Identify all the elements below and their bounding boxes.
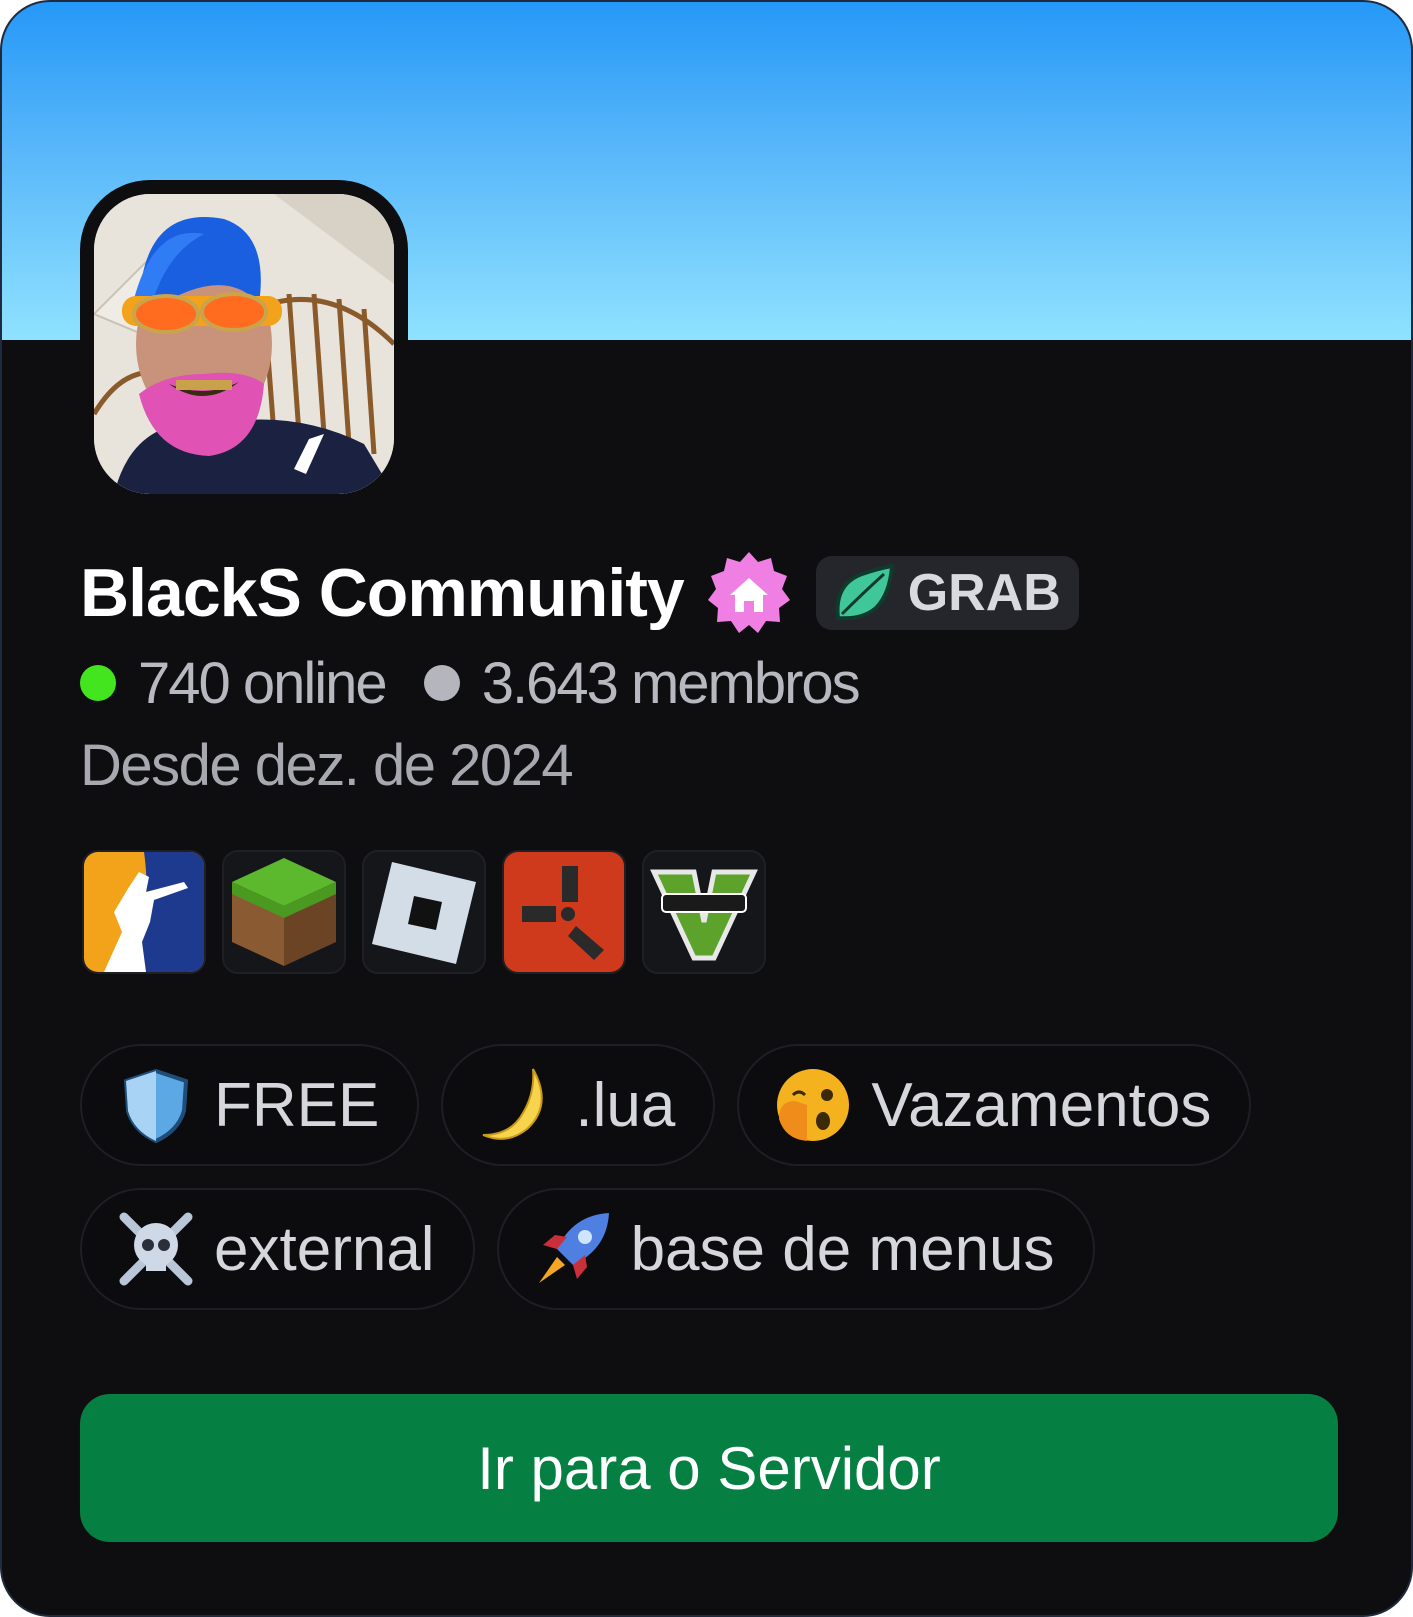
skull-and-crossbones-icon <box>119 1212 193 1286</box>
members-status-dot <box>423 665 460 701</box>
server-tag-label: GRAB <box>907 564 1061 622</box>
tag-vazamentos[interactable]: Vazamentos <box>737 1044 1252 1166</box>
server-games-list <box>82 850 782 974</box>
gta-v-icon[interactable] <box>642 850 766 974</box>
tag-label: external <box>214 1214 435 1284</box>
member-count: 3.643 membros <box>481 650 861 716</box>
server-established-date: Desde dez. de 2024 <box>80 733 574 798</box>
minecraft-icon[interactable] <box>222 850 346 974</box>
roblox-icon[interactable] <box>362 850 486 974</box>
counter-strike-icon[interactable] <box>82 850 206 974</box>
server-tag-badge[interactable]: GRAB <box>815 556 1079 630</box>
server-title-row: BlackS Community GRAB <box>80 550 1079 636</box>
tag-label: FREE <box>214 1070 380 1140</box>
crescent-moon-icon <box>482 1068 544 1140</box>
tag-label: .lua <box>575 1070 676 1140</box>
tag-free[interactable]: FREE <box>80 1044 420 1166</box>
go-to-server-label: Ir para o Servidor <box>477 1434 941 1502</box>
go-to-server-button[interactable]: Ir para o Servidor <box>80 1394 1338 1542</box>
rust-icon[interactable] <box>502 850 626 974</box>
tag-external[interactable]: external <box>80 1188 475 1310</box>
shield-icon <box>123 1068 189 1144</box>
server-name: BlackS Community <box>80 555 685 631</box>
tag-label: Vazamentos <box>871 1070 1212 1140</box>
online-count: 740 online <box>138 650 388 716</box>
rocket-icon <box>538 1213 609 1283</box>
face-with-hand-over-mouth-icon <box>777 1069 850 1141</box>
leaf-icon <box>835 564 894 621</box>
server-stats: 740 online 3.643 membros <box>80 650 861 716</box>
tag-label: base de menus <box>630 1214 1055 1284</box>
tag-lua[interactable]: .lua <box>441 1044 716 1166</box>
server-invite-card: BlackS Community GRAB 740 online 3.643 m… <box>0 0 1413 1617</box>
community-home-badge-icon <box>706 550 792 636</box>
server-avatar[interactable] <box>94 194 394 494</box>
server-tags: FREE .lua Vazamentos external base de me… <box>80 1044 1330 1332</box>
tag-base-de-menus[interactable]: base de menus <box>496 1188 1095 1310</box>
server-avatar-frame <box>80 180 408 508</box>
online-status-dot <box>80 665 116 701</box>
